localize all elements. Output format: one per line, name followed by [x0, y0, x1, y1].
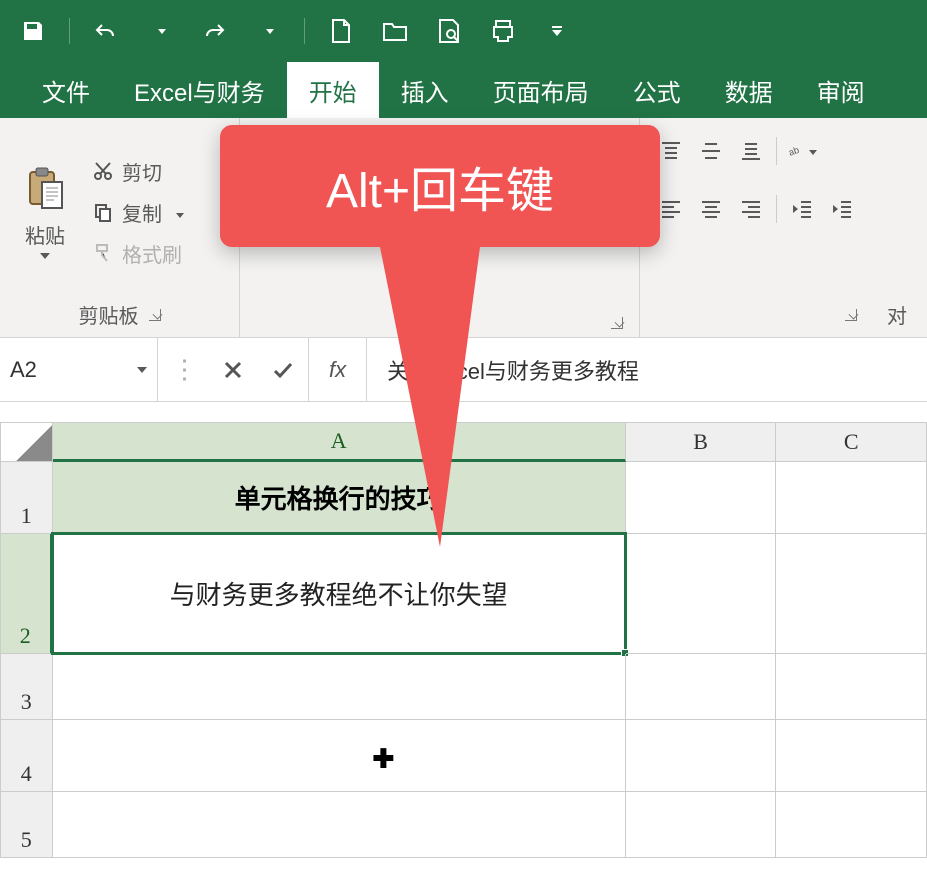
cell-B3[interactable]: [626, 654, 777, 720]
fx-label: fx: [329, 357, 346, 383]
dropdown-icon: [137, 367, 147, 373]
cell-C3[interactable]: [776, 654, 927, 720]
group-alignment: ab 对: [640, 118, 927, 337]
cut-label: 剪切: [122, 157, 162, 186]
new-file-icon[interactable]: [323, 13, 359, 49]
insert-function-button[interactable]: fx: [309, 338, 367, 401]
align-right-button[interactable]: [736, 194, 766, 224]
tab-formulas[interactable]: 公式: [611, 62, 703, 118]
cell-A5[interactable]: [53, 792, 626, 858]
orientation-button[interactable]: ab: [787, 136, 817, 166]
cell-cursor-icon: ✚: [373, 744, 395, 775]
row-header-3[interactable]: 3: [0, 654, 53, 720]
tab-file[interactable]: 文件: [20, 62, 112, 118]
dialog-launcher-icon[interactable]: [845, 309, 857, 321]
align-top-button[interactable]: [656, 136, 686, 166]
print-preview-icon[interactable]: [431, 13, 467, 49]
copy-icon: [92, 201, 114, 223]
align-center-button[interactable]: [696, 194, 726, 224]
cell-C2[interactable]: [776, 534, 927, 654]
tab-page-layout[interactable]: 页面布局: [471, 62, 611, 118]
cell-B1[interactable]: [626, 462, 777, 534]
dialog-launcher-icon[interactable]: [149, 309, 161, 321]
format-painter-button[interactable]: 格式刷: [88, 237, 188, 270]
save-icon[interactable]: [15, 13, 51, 49]
separator: [776, 137, 777, 165]
column-header-C[interactable]: C: [776, 422, 927, 462]
cancel-button[interactable]: [208, 360, 258, 380]
cell-A1[interactable]: 单元格换行的技巧: [53, 462, 626, 534]
format-painter-icon: [92, 242, 114, 264]
row-header-5[interactable]: 5: [0, 792, 53, 858]
copy-label: 复制: [122, 198, 162, 227]
name-box-value: A2: [10, 357, 37, 383]
enter-button[interactable]: [258, 360, 308, 380]
column-header-B[interactable]: B: [626, 422, 777, 462]
separator: [304, 18, 305, 44]
scissors-icon: [92, 160, 114, 182]
cell-C5[interactable]: [776, 792, 927, 858]
group-label-clipboard: 剪贴板: [79, 300, 139, 329]
tab-insert[interactable]: 插入: [379, 62, 471, 118]
tab-home[interactable]: 开始: [287, 62, 379, 118]
ribbon-tabs: 文件 Excel与财务 开始 插入 页面布局 公式 数据 审阅: [0, 62, 927, 118]
name-box[interactable]: A2: [0, 338, 158, 401]
align-left-button[interactable]: [656, 194, 686, 224]
cell-A2[interactable]: 与财务更多教程绝不让你失望: [53, 534, 626, 654]
group-clipboard: 粘贴 剪切 复制: [0, 118, 240, 337]
select-all-corner[interactable]: [0, 422, 53, 462]
cell-B5[interactable]: [626, 792, 777, 858]
align-bottom-button[interactable]: [736, 136, 766, 166]
redo-icon[interactable]: [196, 13, 232, 49]
undo-dropdown-icon[interactable]: [142, 13, 178, 49]
undo-icon[interactable]: [88, 13, 124, 49]
tip-text: Alt+回车键: [326, 165, 554, 218]
customize-qat-icon[interactable]: [539, 13, 575, 49]
cell-A4[interactable]: ✚: [53, 720, 626, 792]
dialog-launcher-icon[interactable]: [611, 317, 623, 329]
cell-B4[interactable]: [626, 720, 777, 792]
cell-C1[interactable]: [776, 462, 927, 534]
tip-callout: Alt+回车键: [220, 125, 660, 247]
open-folder-icon[interactable]: [377, 13, 413, 49]
separator: [69, 18, 70, 44]
row-header-4[interactable]: 4: [0, 720, 53, 792]
paste-button[interactable]: 粘贴: [10, 126, 80, 298]
row-header-1[interactable]: 1: [0, 462, 53, 534]
tab-review[interactable]: 审阅: [795, 62, 887, 118]
decrease-indent-button[interactable]: [787, 194, 817, 224]
cell-A2-value: 与财务更多教程绝不让你失望: [170, 575, 508, 612]
tab-data[interactable]: 数据: [703, 62, 795, 118]
quick-access-toolbar: [0, 0, 927, 62]
dropdown-icon: [40, 249, 50, 259]
column-header-A[interactable]: A: [53, 422, 626, 462]
cell-B2[interactable]: [626, 534, 777, 654]
quick-print-icon[interactable]: [485, 13, 521, 49]
cut-button[interactable]: 剪切: [88, 155, 188, 188]
dropdown-icon: [803, 142, 817, 160]
copy-button[interactable]: 复制: [88, 196, 188, 229]
group-label-alignment: 对: [887, 300, 907, 329]
cell-C4[interactable]: [776, 720, 927, 792]
align-middle-button[interactable]: [696, 136, 726, 166]
paste-label: 粘贴: [25, 220, 65, 249]
dropdown-icon: [170, 201, 184, 224]
increase-indent-button[interactable]: [827, 194, 857, 224]
separator: [776, 195, 777, 223]
format-painter-label: 格式刷: [122, 239, 182, 268]
tab-addin[interactable]: Excel与财务: [112, 62, 287, 118]
svg-text:ab: ab: [787, 145, 800, 158]
cell-A3[interactable]: [53, 654, 626, 720]
redo-dropdown-icon[interactable]: [250, 13, 286, 49]
paste-icon: [22, 166, 68, 212]
name-box-resize-handle[interactable]: ⋮: [158, 354, 208, 385]
row-header-2[interactable]: 2: [0, 534, 53, 654]
